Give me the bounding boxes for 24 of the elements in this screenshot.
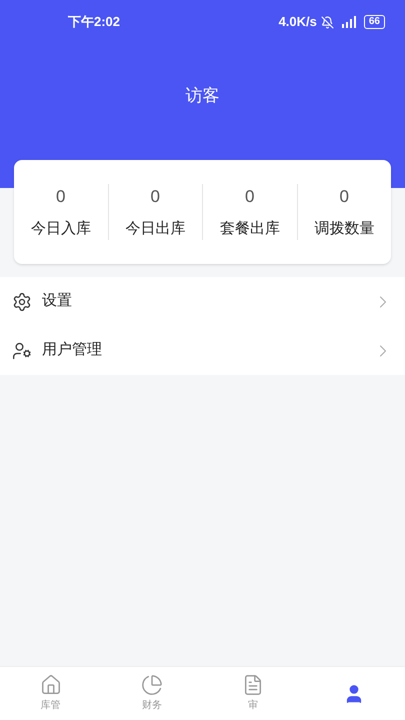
stat-value: 0 bbox=[340, 186, 349, 208]
menu-label: 用户管理 bbox=[42, 340, 103, 360]
settings-icon bbox=[12, 292, 32, 312]
mute-icon bbox=[320, 16, 334, 28]
menu-item[interactable]: 用户管理 bbox=[0, 326, 405, 375]
stat-value: 0 bbox=[56, 186, 66, 208]
stat-label: 套餐出库 bbox=[220, 218, 280, 238]
status-time: 下午2:02 bbox=[68, 13, 120, 32]
user-gear-icon bbox=[12, 340, 32, 360]
stat-label: 今日出库 bbox=[125, 218, 186, 238]
menu-label: 设置 bbox=[42, 291, 73, 312]
stat-label: 调拨数量 bbox=[314, 218, 374, 238]
network-speed: 4.0K/s bbox=[278, 13, 317, 32]
header-title: 访客 bbox=[186, 85, 220, 108]
nav-tab[interactable]: 审 bbox=[202, 667, 304, 720]
stat-label: 今日入库 bbox=[30, 218, 91, 238]
finance-icon bbox=[140, 674, 163, 696]
home-icon bbox=[40, 674, 62, 696]
menu-item[interactable]: 设置 bbox=[0, 277, 405, 326]
nav-tab[interactable]: 库管 bbox=[0, 667, 102, 720]
stat-value: 0 bbox=[245, 186, 254, 208]
nav-tab[interactable]: 财务 bbox=[101, 667, 202, 720]
battery-indicator: 66 bbox=[364, 15, 385, 29]
stat-value: 0 bbox=[150, 186, 160, 208]
